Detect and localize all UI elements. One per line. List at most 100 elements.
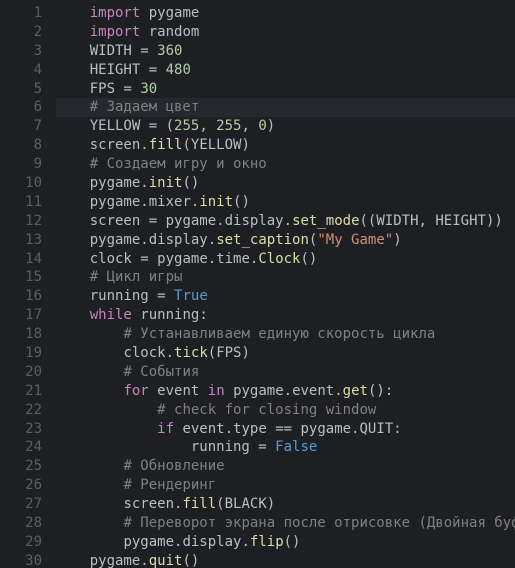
code-line[interactable]: YELLOW = (255, 255, 0) [56, 117, 515, 136]
token-str: "My Game" [317, 232, 393, 248]
token-kw: in [208, 383, 225, 399]
code-line[interactable]: pygame.display.set_caption("My Game") [56, 231, 515, 250]
line-number: 23 [0, 420, 42, 439]
token-id: display [225, 213, 284, 229]
token-pn: () [182, 175, 199, 191]
code-line[interactable]: pygame.quit() [56, 552, 515, 568]
token-id: mixer [149, 194, 191, 210]
line-number: 17 [0, 306, 42, 325]
line-number: 15 [0, 268, 42, 287]
token-pn: ( [208, 345, 216, 361]
line-number: 26 [0, 476, 42, 495]
token-pn: ( [216, 496, 224, 512]
line-number: 24 [0, 438, 42, 457]
token-id: pygame [166, 213, 217, 229]
code-line[interactable]: screen.fill(BLACK) [56, 495, 515, 514]
line-number: 4 [0, 61, 42, 80]
code-area[interactable]: import pygame import random WIDTH = 360 … [50, 0, 515, 568]
code-line[interactable]: running = True [56, 287, 515, 306]
token-pn: . [284, 213, 292, 229]
token-id: FPS [90, 81, 115, 97]
token-pn: ) [267, 496, 275, 512]
code-line[interactable]: while running: [56, 306, 515, 325]
token-pn [225, 383, 233, 399]
token-id: pygame [90, 553, 141, 568]
token-pn: = [132, 43, 157, 59]
line-number: 13 [0, 231, 42, 250]
code-line[interactable]: pygame.init() [56, 174, 515, 193]
token-cmt: # Переворот экрана после отрисовке (Двой… [123, 515, 515, 531]
code-line[interactable]: WIDTH = 360 [56, 42, 515, 61]
token-fn: tick [174, 345, 208, 361]
code-line[interactable]: pygame.mixer.init() [56, 193, 515, 212]
token-id: clock [123, 345, 165, 361]
code-line[interactable]: import pygame [56, 4, 515, 23]
token-id: time [216, 251, 250, 267]
code-line[interactable]: # Цикл игры [56, 268, 515, 287]
code-line[interactable]: # Обновление [56, 457, 515, 476]
token-pn: ) [267, 118, 275, 134]
code-line[interactable]: clock.tick(FPS) [56, 344, 515, 363]
token-pn: . [140, 232, 148, 248]
token-id: WIDTH [376, 213, 418, 229]
token-cmt: # check for closing window [157, 402, 376, 418]
token-id: pygame [90, 175, 141, 191]
token-id: WIDTH [90, 43, 132, 59]
token-pn: , [199, 118, 216, 134]
code-line[interactable]: HEIGHT = 480 [56, 61, 515, 80]
token-id: pygame [149, 5, 200, 21]
token-pn: (( [360, 213, 377, 229]
line-number: 25 [0, 457, 42, 476]
line-number: 28 [0, 514, 42, 533]
code-line[interactable]: for event in pygame.event.get(): [56, 382, 515, 401]
token-pn: . [216, 213, 224, 229]
line-number: 22 [0, 401, 42, 420]
code-line[interactable]: pygame.display.flip() [56, 533, 515, 552]
line-number: 16 [0, 287, 42, 306]
token-num: 480 [166, 62, 191, 78]
token-fn: Clock [258, 251, 300, 267]
line-number: 8 [0, 136, 42, 155]
token-pn: = [250, 439, 275, 455]
token-pn [140, 24, 148, 40]
code-line[interactable]: # Рендеринг [56, 476, 515, 495]
token-fn: quit [149, 553, 183, 568]
token-pn: = [115, 81, 140, 97]
code-line[interactable]: # check for closing window [56, 401, 515, 420]
token-num: 0 [258, 118, 266, 134]
code-editor[interactable]: 1234567891011121314151617181920212223242… [0, 0, 515, 568]
code-line[interactable]: # События [56, 363, 515, 382]
token-pn: ) [241, 345, 249, 361]
token-id: QUIT [360, 421, 394, 437]
code-line[interactable]: screen.fill(YELLOW) [56, 136, 515, 155]
code-line[interactable]: # Устанавливаем единую скорость цикла [56, 325, 515, 344]
token-kw: for [123, 383, 148, 399]
token-pn: )) [486, 213, 503, 229]
code-line[interactable]: import random [56, 23, 515, 42]
token-id: HEIGHT [90, 62, 141, 78]
line-number: 14 [0, 250, 42, 269]
code-line[interactable]: FPS = 30 [56, 80, 515, 99]
line-number: 18 [0, 325, 42, 344]
token-pn: : [393, 421, 401, 437]
token-kw: if [157, 421, 174, 437]
token-pn: ) [393, 232, 401, 248]
token-cmt: # События [123, 364, 199, 380]
token-pn: . [351, 421, 359, 437]
token-id: random [149, 24, 200, 40]
code-line[interactable]: # Задаем цвет [56, 98, 515, 117]
code-line[interactable]: # Создаем игру и окно [56, 155, 515, 174]
token-id: pygame [90, 232, 141, 248]
token-pn [149, 383, 157, 399]
token-id: running [90, 288, 149, 304]
token-id: pygame [157, 251, 208, 267]
code-line[interactable]: if event.type == pygame.QUIT: [56, 420, 515, 439]
code-line[interactable]: clock = pygame.time.Clock() [56, 250, 515, 269]
code-line[interactable]: running = False [56, 438, 515, 457]
token-pn [140, 5, 148, 21]
token-pn: . [140, 137, 148, 153]
token-pn: : [199, 307, 207, 323]
code-line[interactable]: screen = pygame.display.set_mode((WIDTH,… [56, 212, 515, 231]
code-line[interactable]: # Переворот экрана после отрисовке (Двой… [56, 514, 515, 533]
token-pn: (): [368, 383, 393, 399]
